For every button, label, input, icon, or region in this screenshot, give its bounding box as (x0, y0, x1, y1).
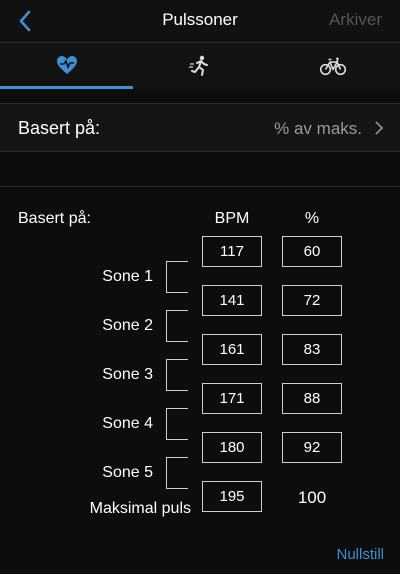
bpm-field[interactable]: 161 (202, 334, 262, 365)
based-on-label: Basert på: (18, 118, 101, 138)
zone-label: Sone 3 (102, 366, 153, 383)
archive-button[interactable]: Arkiver (329, 10, 382, 30)
reset-button[interactable]: Nullstill (336, 546, 384, 563)
percent-field[interactable]: 72 (282, 285, 342, 316)
zone-label: Sone 4 (102, 415, 153, 432)
bicycle-icon (319, 57, 346, 76)
tab-bar (0, 43, 400, 89)
zone-bracket (166, 408, 188, 440)
max-bpm-field[interactable]: 195 (202, 481, 262, 512)
chevron-right-icon (375, 121, 384, 135)
section-divider (0, 186, 400, 187)
max-heart-rate-label: Maksimal puls (89, 500, 191, 517)
percent-field[interactable]: 60 (282, 236, 342, 267)
heart-icon (56, 55, 77, 74)
percent-field[interactable]: 83 (282, 334, 342, 365)
tab-running[interactable] (133, 43, 266, 89)
running-icon (188, 55, 208, 76)
based-on-value: % av maks. (274, 119, 362, 138)
bpm-field[interactable]: 180 (202, 432, 262, 463)
zone-bracket (166, 310, 188, 342)
percent-field[interactable]: 88 (282, 383, 342, 414)
based-on-setting-row[interactable]: Basert på: % av maks. (0, 103, 400, 152)
zone-bracket (166, 359, 188, 391)
tab-cycling[interactable] (266, 43, 399, 89)
zone-label: Sone 1 (102, 268, 153, 285)
max-percent-value: 100 (297, 488, 327, 507)
tab-heart-rate[interactable] (0, 43, 133, 89)
bpm-column-header: BPM (214, 210, 250, 227)
percent-column-header: % (304, 210, 320, 227)
zone-label: Sone 2 (102, 317, 153, 334)
zone-bracket (166, 261, 188, 293)
zone-bracket (166, 457, 188, 489)
header-bar: Pulssoner Arkiver (0, 0, 400, 43)
bpm-field[interactable]: 171 (202, 383, 262, 414)
percent-field[interactable]: 92 (282, 432, 342, 463)
bpm-field[interactable]: 117 (202, 236, 262, 267)
table-based-on-label: Basert på: (18, 210, 91, 227)
bpm-field[interactable]: 141 (202, 285, 262, 316)
zone-label: Sone 5 (102, 464, 153, 481)
